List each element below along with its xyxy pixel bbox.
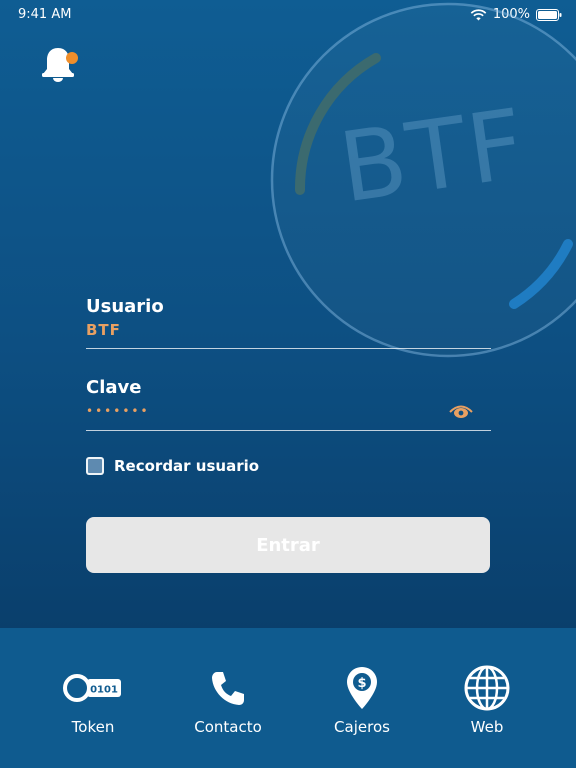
nav-contact-label: Contacto [194,718,262,736]
watermark-text: BTF [333,87,533,225]
remember-user-row[interactable]: Recordar usuario [86,457,259,475]
nav-cajeros-label: Cajeros [334,718,390,736]
status-time: 9:41 AM [18,7,72,22]
token-icon-text: 0101 [90,685,118,696]
nav-token[interactable]: 0101 Token [38,662,148,736]
nav-token-label: Token [71,718,115,736]
bottom-nav: 0101 Token Contacto $ Cajeros Web [0,628,576,768]
notification-badge [66,52,78,64]
location-pin-dollar-icon: $ [307,662,417,714]
password-input[interactable]: ••••••• [86,404,491,418]
username-field[interactable]: Usuario BTF [86,296,491,352]
username-input[interactable]: BTF [86,321,491,339]
nav-web-label: Web [470,718,504,736]
wifi-icon [470,8,487,21]
remember-user-label: Recordar usuario [114,457,260,475]
globe-icon [432,662,542,714]
phone-icon [173,662,283,714]
status-bar: 9:41 AM 100% [0,0,576,30]
battery-percentage: 100% [492,7,530,22]
password-field[interactable]: Clave ••••••• [86,377,491,433]
status-indicators: 100% [470,7,562,22]
nav-contact[interactable]: Contacto [173,662,283,736]
show-password-eye-icon[interactable] [449,403,473,419]
username-label: Usuario [86,296,164,317]
nav-web[interactable]: Web [432,662,542,736]
username-underline [86,348,491,349]
login-submit-button[interactable]: Entrar [86,517,490,573]
battery-icon [536,8,562,21]
password-label: Clave [86,377,142,398]
notification-bell-button[interactable] [40,44,80,86]
nav-cajeros[interactable]: $ Cajeros [307,662,417,736]
password-underline [86,430,491,431]
remember-user-checkbox[interactable] [86,457,104,475]
bell-icon [40,48,76,88]
token-icon: 0101 [38,662,148,714]
pin-dollar-text: $ [357,676,366,691]
